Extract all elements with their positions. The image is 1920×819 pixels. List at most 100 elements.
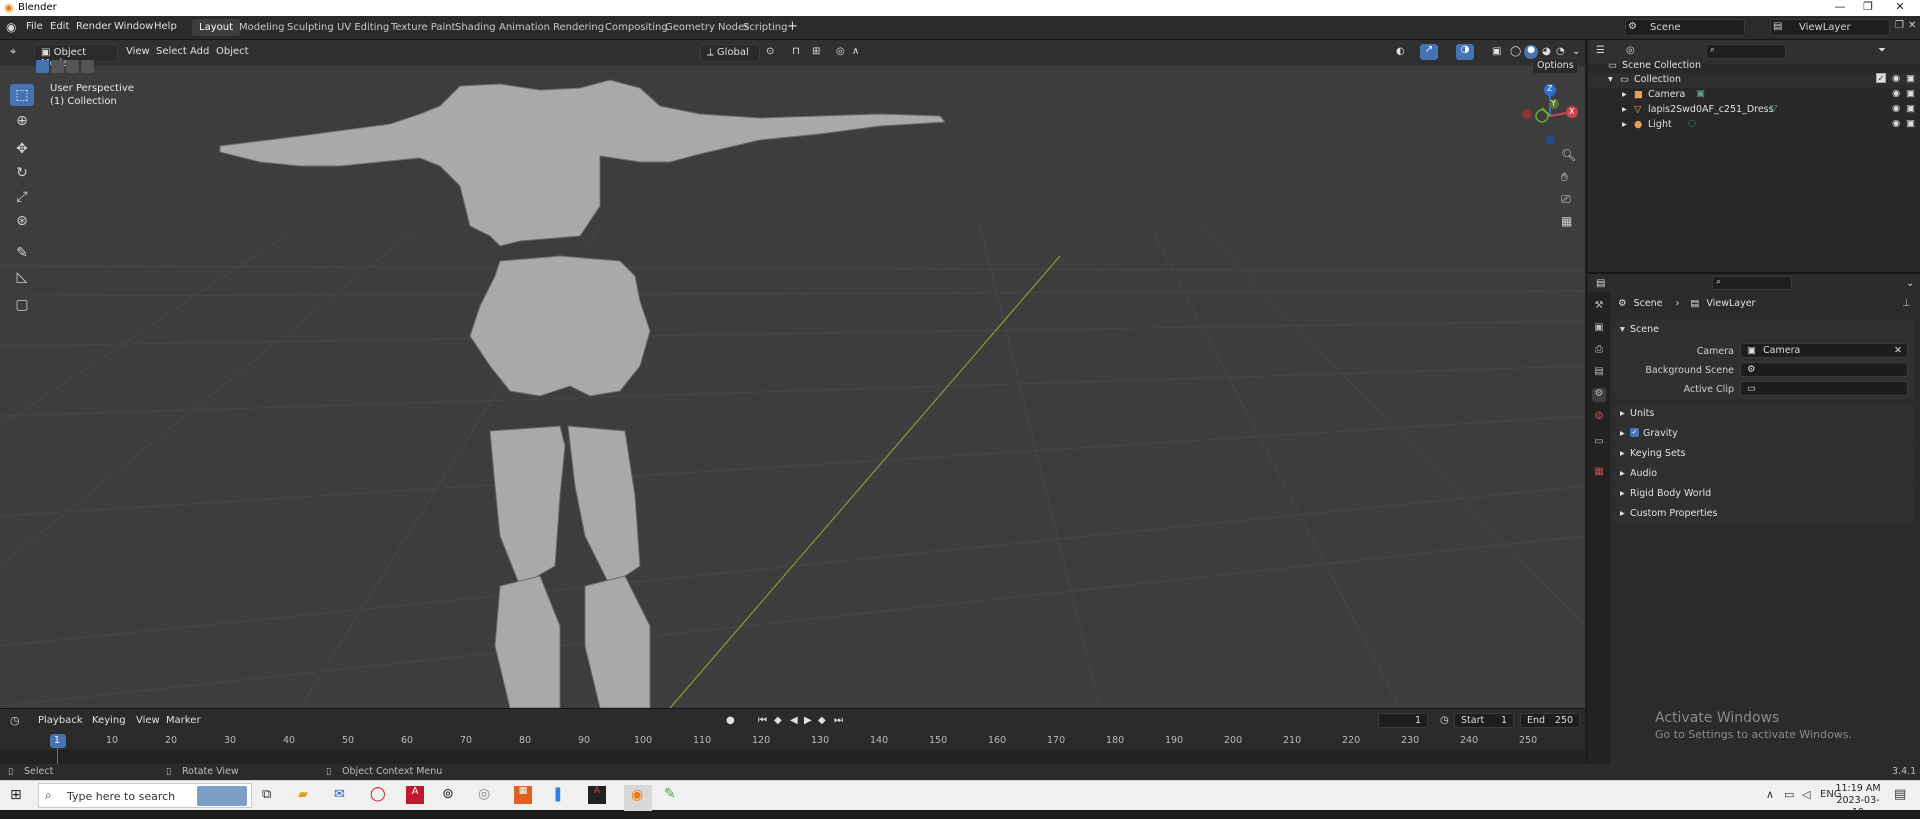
- 3d-viewport[interactable]: [0, 66, 1585, 708]
- menu-select[interactable]: Select: [156, 46, 187, 57]
- rotate-icon[interactable]: ↻: [10, 162, 34, 184]
- properties-editor-icon[interactable]: ▤: [1596, 278, 1605, 289]
- select-box-icon[interactable]: ⬚: [10, 84, 34, 106]
- texture-tab-icon[interactable]: ▦: [1592, 466, 1606, 480]
- scene-selector[interactable]: ⚙ Scene: [1625, 19, 1745, 36]
- mail-icon[interactable]: ✉: [334, 787, 345, 802]
- rendered-shading-icon[interactable]: ◔: [1556, 46, 1565, 57]
- editor-type-icon[interactable]: ⌖: [10, 45, 16, 59]
- menu-render[interactable]: Render: [76, 21, 112, 32]
- solid-shading-icon[interactable]: ●: [1524, 45, 1538, 59]
- world-tab-icon[interactable]: ◍: [1592, 410, 1606, 424]
- eye-icon[interactable]: ◉: [1892, 118, 1900, 129]
- output-tab-icon[interactable]: ⎙: [1592, 344, 1606, 358]
- outliner-row-collection[interactable]: ▾ ▭ Collection ✓ ◉ ▣: [1588, 73, 1920, 88]
- render-tab-icon[interactable]: ▣: [1592, 322, 1606, 336]
- measure-icon[interactable]: ◺: [10, 266, 34, 288]
- audio-panel[interactable]: ▸ Audio: [1614, 464, 1914, 483]
- select-extend-icon[interactable]: [51, 60, 64, 73]
- menu-window[interactable]: Window: [114, 21, 153, 32]
- move-icon[interactable]: ✥: [10, 138, 34, 160]
- next-keyframe-icon[interactable]: ◆: [818, 715, 826, 726]
- gizmo-toggle-icon[interactable]: ↗: [1420, 44, 1438, 60]
- collapse-arrow-icon[interactable]: ▾: [1620, 324, 1625, 335]
- eye-icon[interactable]: ◉: [1892, 103, 1900, 114]
- filter-icon[interactable]: ⏷: [1878, 45, 1886, 56]
- opera-icon[interactable]: ◯: [370, 786, 386, 802]
- menu-keying[interactable]: Keying: [92, 715, 126, 726]
- select-subtract-icon[interactable]: [66, 60, 79, 73]
- select-invert-icon[interactable]: [81, 60, 94, 73]
- expand-arrow-icon[interactable]: ▸: [1622, 119, 1627, 130]
- overlay-toggle-icon[interactable]: ◑: [1456, 44, 1474, 60]
- clear-field-icon[interactable]: ✕: [1894, 345, 1902, 356]
- windows-start-icon[interactable]: ⊞: [10, 787, 22, 803]
- rigid-body-world-panel[interactable]: ▸ Rigid Body World: [1614, 484, 1914, 503]
- orientation-selector[interactable]: ⟂ Global: [700, 44, 760, 62]
- blender-menu-icon[interactable]: ◉: [6, 20, 16, 34]
- menu-object[interactable]: Object: [216, 46, 249, 57]
- tool-tab-icon[interactable]: ⚒: [1592, 300, 1606, 314]
- outliner-row-light[interactable]: ▸ ● Light ◌ ◉ ▣: [1588, 118, 1920, 133]
- cursor-icon[interactable]: ⊕: [10, 110, 34, 132]
- transform-icon[interactable]: ⊛: [10, 210, 34, 232]
- app-icon[interactable]: ❚: [552, 786, 564, 802]
- outliner-row-scene-collection[interactable]: ▭ Scene Collection: [1588, 59, 1920, 74]
- camera-render-icon[interactable]: ▣: [1906, 88, 1915, 99]
- tab-scripting[interactable]: Scripting: [736, 19, 794, 36]
- units-panel[interactable]: ▸ Units: [1614, 404, 1914, 423]
- close-icon[interactable]: ✕: [1880, 0, 1920, 13]
- view-layer-tab-icon[interactable]: ▤: [1592, 366, 1606, 380]
- collection-checkbox[interactable]: ✓: [1876, 73, 1886, 83]
- record-icon[interactable]: ●: [726, 715, 735, 726]
- scene-tab-icon[interactable]: ⚙: [1592, 388, 1606, 402]
- menu-help[interactable]: Help: [154, 21, 177, 32]
- eye-icon[interactable]: ◉: [1892, 73, 1900, 84]
- menu-edit[interactable]: Edit: [50, 21, 69, 32]
- outliner-row-camera[interactable]: ▸ ■ Camera ▣ ◉ ▣: [1588, 88, 1920, 103]
- end-frame-field[interactable]: End 250: [1520, 713, 1580, 728]
- timeline-editor-icon[interactable]: ◷: [10, 714, 20, 727]
- navigation-gizmo[interactable]: Z X Y: [1520, 82, 1580, 146]
- keying-sets-panel[interactable]: ▸ Keying Sets: [1614, 444, 1914, 463]
- snap-target-icon[interactable]: ⊞: [812, 46, 820, 57]
- file-explorer-icon[interactable]: ▰: [298, 787, 308, 802]
- network-icon[interactable]: ▭: [1784, 788, 1794, 801]
- expand-arrow-icon[interactable]: ▸: [1620, 488, 1625, 499]
- app-icon[interactable]: A: [588, 786, 606, 804]
- menu-view[interactable]: View: [126, 46, 150, 57]
- snap-icon[interactable]: ⊓: [792, 46, 800, 57]
- camera-render-icon[interactable]: ▣: [1906, 73, 1915, 84]
- options-button[interactable]: Options: [1532, 58, 1578, 74]
- gravity-panel[interactable]: ▸ ✓ Gravity: [1614, 424, 1914, 443]
- camera-render-icon[interactable]: ▣: [1906, 118, 1915, 129]
- blender-taskbar-icon[interactable]: ◉: [624, 785, 652, 811]
- app-icon[interactable]: ▦: [514, 786, 532, 804]
- camera-render-icon[interactable]: ▣: [1906, 103, 1915, 114]
- expand-arrow-icon[interactable]: ▸: [1622, 104, 1627, 115]
- pin-icon[interactable]: ⊥: [1902, 298, 1911, 309]
- app-icon[interactable]: A: [406, 786, 424, 804]
- scale-icon[interactable]: ⤢: [10, 186, 34, 208]
- expand-arrow-icon[interactable]: ▸: [1620, 468, 1625, 479]
- display-mode-icon[interactable]: ◎: [1626, 45, 1635, 56]
- menu-file[interactable]: File: [26, 21, 43, 32]
- eye-icon[interactable]: ◉: [1892, 88, 1900, 99]
- gravity-checkbox[interactable]: ✓: [1630, 428, 1639, 437]
- notifications-icon[interactable]: ▤: [1894, 787, 1906, 802]
- outliner-search-input[interactable]: ⌕: [1706, 44, 1786, 59]
- clock[interactable]: 11:19 AM 2023-03-19: [1832, 783, 1884, 819]
- outliner-row-dress[interactable]: ▸ ▽ lapis2Swd0AF_c251_Dress ▽ ◉ ▣: [1588, 103, 1920, 118]
- zoom-icon[interactable]: 🔍︎: [1561, 148, 1576, 162]
- jump-end-icon[interactable]: ⏭: [834, 715, 843, 726]
- add-cube-icon[interactable]: ▢: [10, 294, 34, 316]
- app-icon[interactable]: ◎: [478, 786, 490, 802]
- new-viewlayer-icon[interactable]: ❐: [1895, 20, 1904, 31]
- background-scene-field[interactable]: ⚙: [1740, 362, 1908, 377]
- prev-keyframe-icon[interactable]: ◆: [774, 715, 782, 726]
- expand-arrow-icon[interactable]: ▸: [1620, 508, 1625, 519]
- start-frame-field[interactable]: Start 1: [1454, 713, 1514, 728]
- wireframe-shading-icon[interactable]: ◯: [1510, 46, 1521, 57]
- menu-add[interactable]: Add: [190, 46, 209, 57]
- menu-marker[interactable]: Marker: [166, 715, 201, 726]
